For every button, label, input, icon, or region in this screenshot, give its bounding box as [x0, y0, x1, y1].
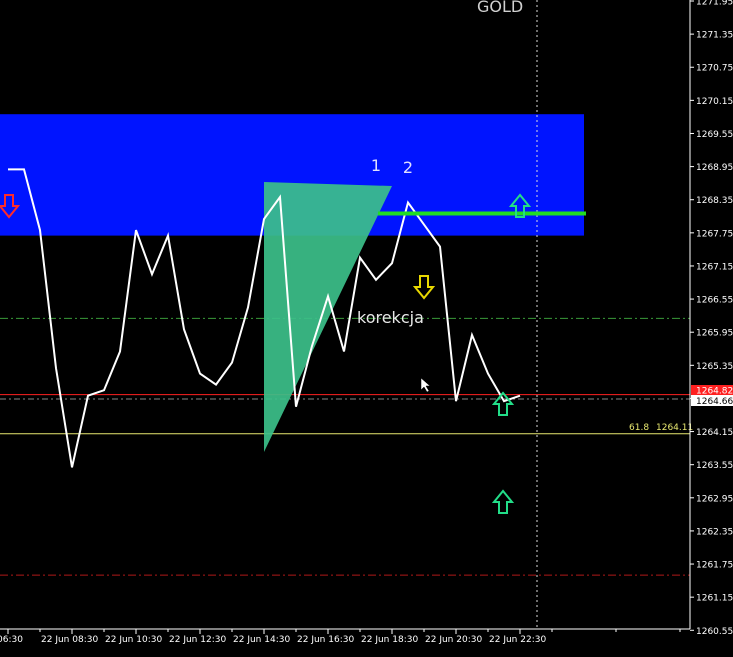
y-tick-label: 1262.95: [696, 494, 733, 504]
y-tick-label: 1268.35: [696, 196, 733, 206]
y-tick-label: 1268.95: [696, 163, 733, 173]
x-tick-label: 22 Jun 08:30: [41, 635, 98, 645]
y-tick-label: 1269.55: [696, 130, 733, 140]
y-tick-label: 1260.55: [696, 627, 733, 637]
y-tick-label: 1263.55: [696, 461, 733, 471]
y-tick-label: 1270.75: [696, 64, 733, 74]
y-tick-label: 1270.15: [696, 97, 733, 107]
y-tick-label: 1271.95: [696, 0, 733, 8]
wave-2-label: 2: [403, 158, 413, 177]
y-tick-label: 1265.35: [696, 362, 733, 372]
fib-level-label: 61.8: [629, 423, 649, 433]
chart-background: [0, 0, 733, 657]
y-tick-label: 1261.15: [696, 594, 733, 604]
x-tick-label: 22 Jun 20:30: [425, 635, 482, 645]
y-tick-label: 1267.75: [696, 229, 733, 239]
y-tick-label: 1266.55: [696, 296, 733, 306]
last-price-tag: 1264.66: [696, 397, 733, 407]
x-tick-label: 22 Jun 14:30: [233, 635, 290, 645]
correction-label: korekcja: [357, 308, 424, 327]
x-tick-label: 22 Jun 18:30: [361, 635, 418, 645]
x-tick-label: 22 Jun 22:30: [489, 635, 546, 645]
chart-canvas[interactable]: 1 2 korekcja GOLD 61.8 1264.11 1271.95 12…: [0, 0, 733, 657]
y-tick-label: 1265.95: [696, 329, 733, 339]
y-tick-label: 1262.35: [696, 527, 733, 537]
x-tick-label: 22 Jun 16:30: [297, 635, 354, 645]
x-tick-label: 22 Jun 12:30: [169, 635, 226, 645]
x-tick-label: 06:30: [0, 635, 23, 645]
y-tick-label: 1261.75: [696, 561, 733, 571]
y-tick-label: 1264.15: [696, 428, 733, 438]
y-tick-label: 1267.15: [696, 262, 733, 272]
fib-price-label: 1264.11: [656, 423, 693, 433]
wave-1-label: 1: [371, 156, 381, 175]
x-tick-label: 22 Jun 10:30: [105, 635, 162, 645]
symbol-title: GOLD: [477, 0, 523, 16]
y-tick-label: 1271.35: [696, 31, 733, 41]
